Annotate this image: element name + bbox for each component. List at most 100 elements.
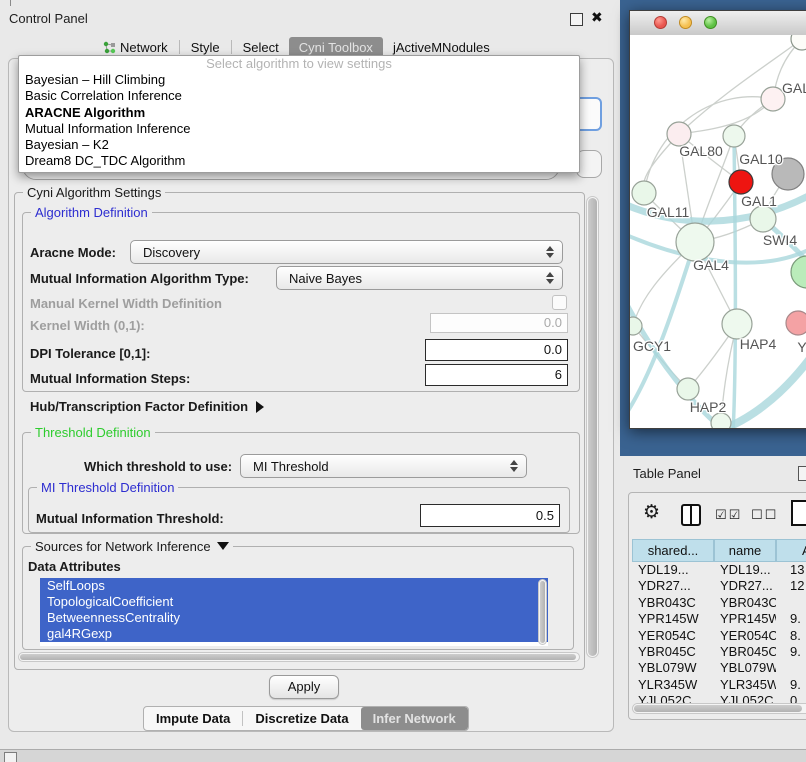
node-table: shared...nameAYDL19...YDL19...13YDR27...… [632,539,806,710]
dropdown-item[interactable]: Basic Correlation Inference [19,88,579,104]
node-label: SWI4 [763,232,797,248]
dropdown-item[interactable]: Dream8 DC_TDC Algorithm [19,153,579,169]
network-node[interactable] [676,223,714,261]
bottom-dock-strip [0,749,806,762]
network-node[interactable] [711,413,731,428]
expand-arrow-icon[interactable] [256,401,264,413]
bottom-tab-infer-network[interactable]: Infer Network [361,707,468,730]
list-item[interactable]: SelfLoops [40,578,548,594]
bottom-tab-discretize-data[interactable]: Discretize Data [243,707,360,730]
file-icon[interactable] [791,500,806,526]
table-row[interactable]: YBR043CYBR043C [632,595,806,611]
dpi-tolerance-field[interactable]: 0.0 [425,339,568,361]
dropdown-item[interactable]: ARACNE Algorithm [19,105,579,121]
network-node[interactable] [791,256,806,288]
mi-type-combo[interactable]: Naive Bayes [276,266,563,290]
dropdown-item[interactable]: Mutual Information Inference [19,121,579,137]
deselect-all-icon[interactable]: ☐☐ [751,507,778,523]
mac-close-icon[interactable] [654,16,667,29]
list-item[interactable]: BetweennessCentrality [40,610,548,626]
column-header[interactable]: A [776,539,806,562]
hub-definition-label[interactable]: Hub/Transcription Factor Definition [30,399,264,414]
kernel-width-field[interactable]: 0.0 [430,313,568,333]
close-icon[interactable]: ✖ [591,9,603,26]
float-window-icon[interactable] [798,466,806,481]
table-row[interactable]: YLR345WYLR345W9. [632,677,806,693]
table-cell: YER054C [632,628,714,644]
table-cell: YER054C [714,628,776,644]
node-label: GAL11 [647,204,690,220]
select-all-icon[interactable]: ☑☑ [715,507,742,523]
table-cell: YDL19... [632,562,714,578]
threshold-definition-title: Threshold Definition [31,425,155,440]
table-cell: 8. [776,628,806,644]
network-node[interactable] [791,35,806,50]
aracne-mode-combo[interactable]: Discovery [130,240,563,264]
network-node[interactable] [723,125,745,147]
mi-steps-field[interactable]: 6 [425,364,568,386]
collapse-arrow-icon[interactable] [217,542,229,550]
table-row[interactable]: YER054CYER054C8. [632,628,806,644]
dropdown-item[interactable]: Bayesian – K2 [19,137,579,153]
table-cell: 9. [776,677,806,693]
table-cell: YPR145W [714,611,776,627]
table-cell: YBL079W [714,660,776,676]
network-node[interactable] [786,311,806,335]
minimized-panel-icon[interactable] [4,752,17,762]
table-cell: 13 [776,562,806,578]
algorithm-dropdown-popup: Select algorithm to view settings Bayesi… [18,55,580,173]
column-header[interactable]: name [714,539,776,562]
which-threshold-combo[interactable]: MI Threshold [240,454,527,478]
data-attributes-list[interactable]: SelfLoopsTopologicalCoefficientBetweenne… [40,578,548,646]
sources-title-text: Sources for Network Inference [35,539,211,554]
table-cell: 12 [776,578,806,594]
apply-button[interactable]: Apply [269,675,339,699]
network-icon [103,41,116,54]
network-node[interactable] [729,170,753,194]
float-window-icon[interactable] [570,13,583,26]
manual-kernel-checkbox[interactable] [552,295,567,310]
table-cell: YLR345W [714,677,776,693]
mac-zoom-icon[interactable] [704,16,717,29]
table-row[interactable]: YPR145WYPR145W9. [632,611,806,627]
network-node[interactable] [722,309,752,339]
table-row[interactable]: YBR045CYBR045C9. [632,644,806,660]
network-window-titlebar[interactable] [630,11,806,36]
table-row[interactable]: YDR27...YDR27...12 [632,578,806,594]
dropdown-item[interactable]: Bayesian – Hill Climbing [19,72,579,88]
network-canvas[interactable]: GALGAL80GAL10GAL1SWI4GAL11GAL4GCY1HAP4YH… [630,35,806,428]
mac-minimize-icon[interactable] [679,16,692,29]
table-row[interactable]: YDL19...YDL19...13 [632,562,806,578]
network-node[interactable] [750,206,776,232]
settings-vertical-scrollbar[interactable] [586,196,599,658]
list-item[interactable]: gal4RGexp [40,626,548,642]
tab-label: Select [243,40,279,55]
tab-label: Network [120,40,168,55]
network-node[interactable] [630,317,642,335]
network-view-window: GALGAL80GAL10GAL1SWI4GAL11GAL4GCY1HAP4YH… [629,10,806,429]
column-header[interactable]: shared... [632,539,714,562]
aracne-mode-value: Discovery [131,245,542,260]
attributes-list-scrollbar[interactable] [538,579,547,645]
mi-steps-label: Mutual Information Steps: [30,371,190,386]
bottom-tab-impute-data[interactable]: Impute Data [144,707,242,730]
manual-kernel-label: Manual Kernel Width Definition [30,296,222,311]
table-horizontal-scrollbar[interactable] [632,703,806,714]
gear-icon[interactable]: ⚙ [643,501,660,524]
list-item[interactable]: TopologicalCoefficient [40,594,548,610]
table-cell [776,660,806,676]
table-cell: YBR043C [714,595,776,611]
node-label: GAL [782,80,806,96]
network-node[interactable] [632,181,656,205]
mi-threshold-field[interactable]: 0.5 [420,504,560,527]
settings-horizontal-scrollbar[interactable] [18,652,580,662]
which-threshold-label: Which threshold to use: [84,459,232,474]
table-row[interactable]: YBL079WYBL079W [632,660,806,676]
hub-definition-text: Hub/Transcription Factor Definition [30,399,248,414]
combo-arrows-icon [542,246,558,258]
network-node[interactable] [677,378,699,400]
sources-group-title[interactable]: Sources for Network Inference [31,539,233,554]
columns-icon[interactable] [681,504,701,526]
data-attributes-label: Data Attributes [28,559,121,574]
node-label: GAL80 [679,143,723,159]
